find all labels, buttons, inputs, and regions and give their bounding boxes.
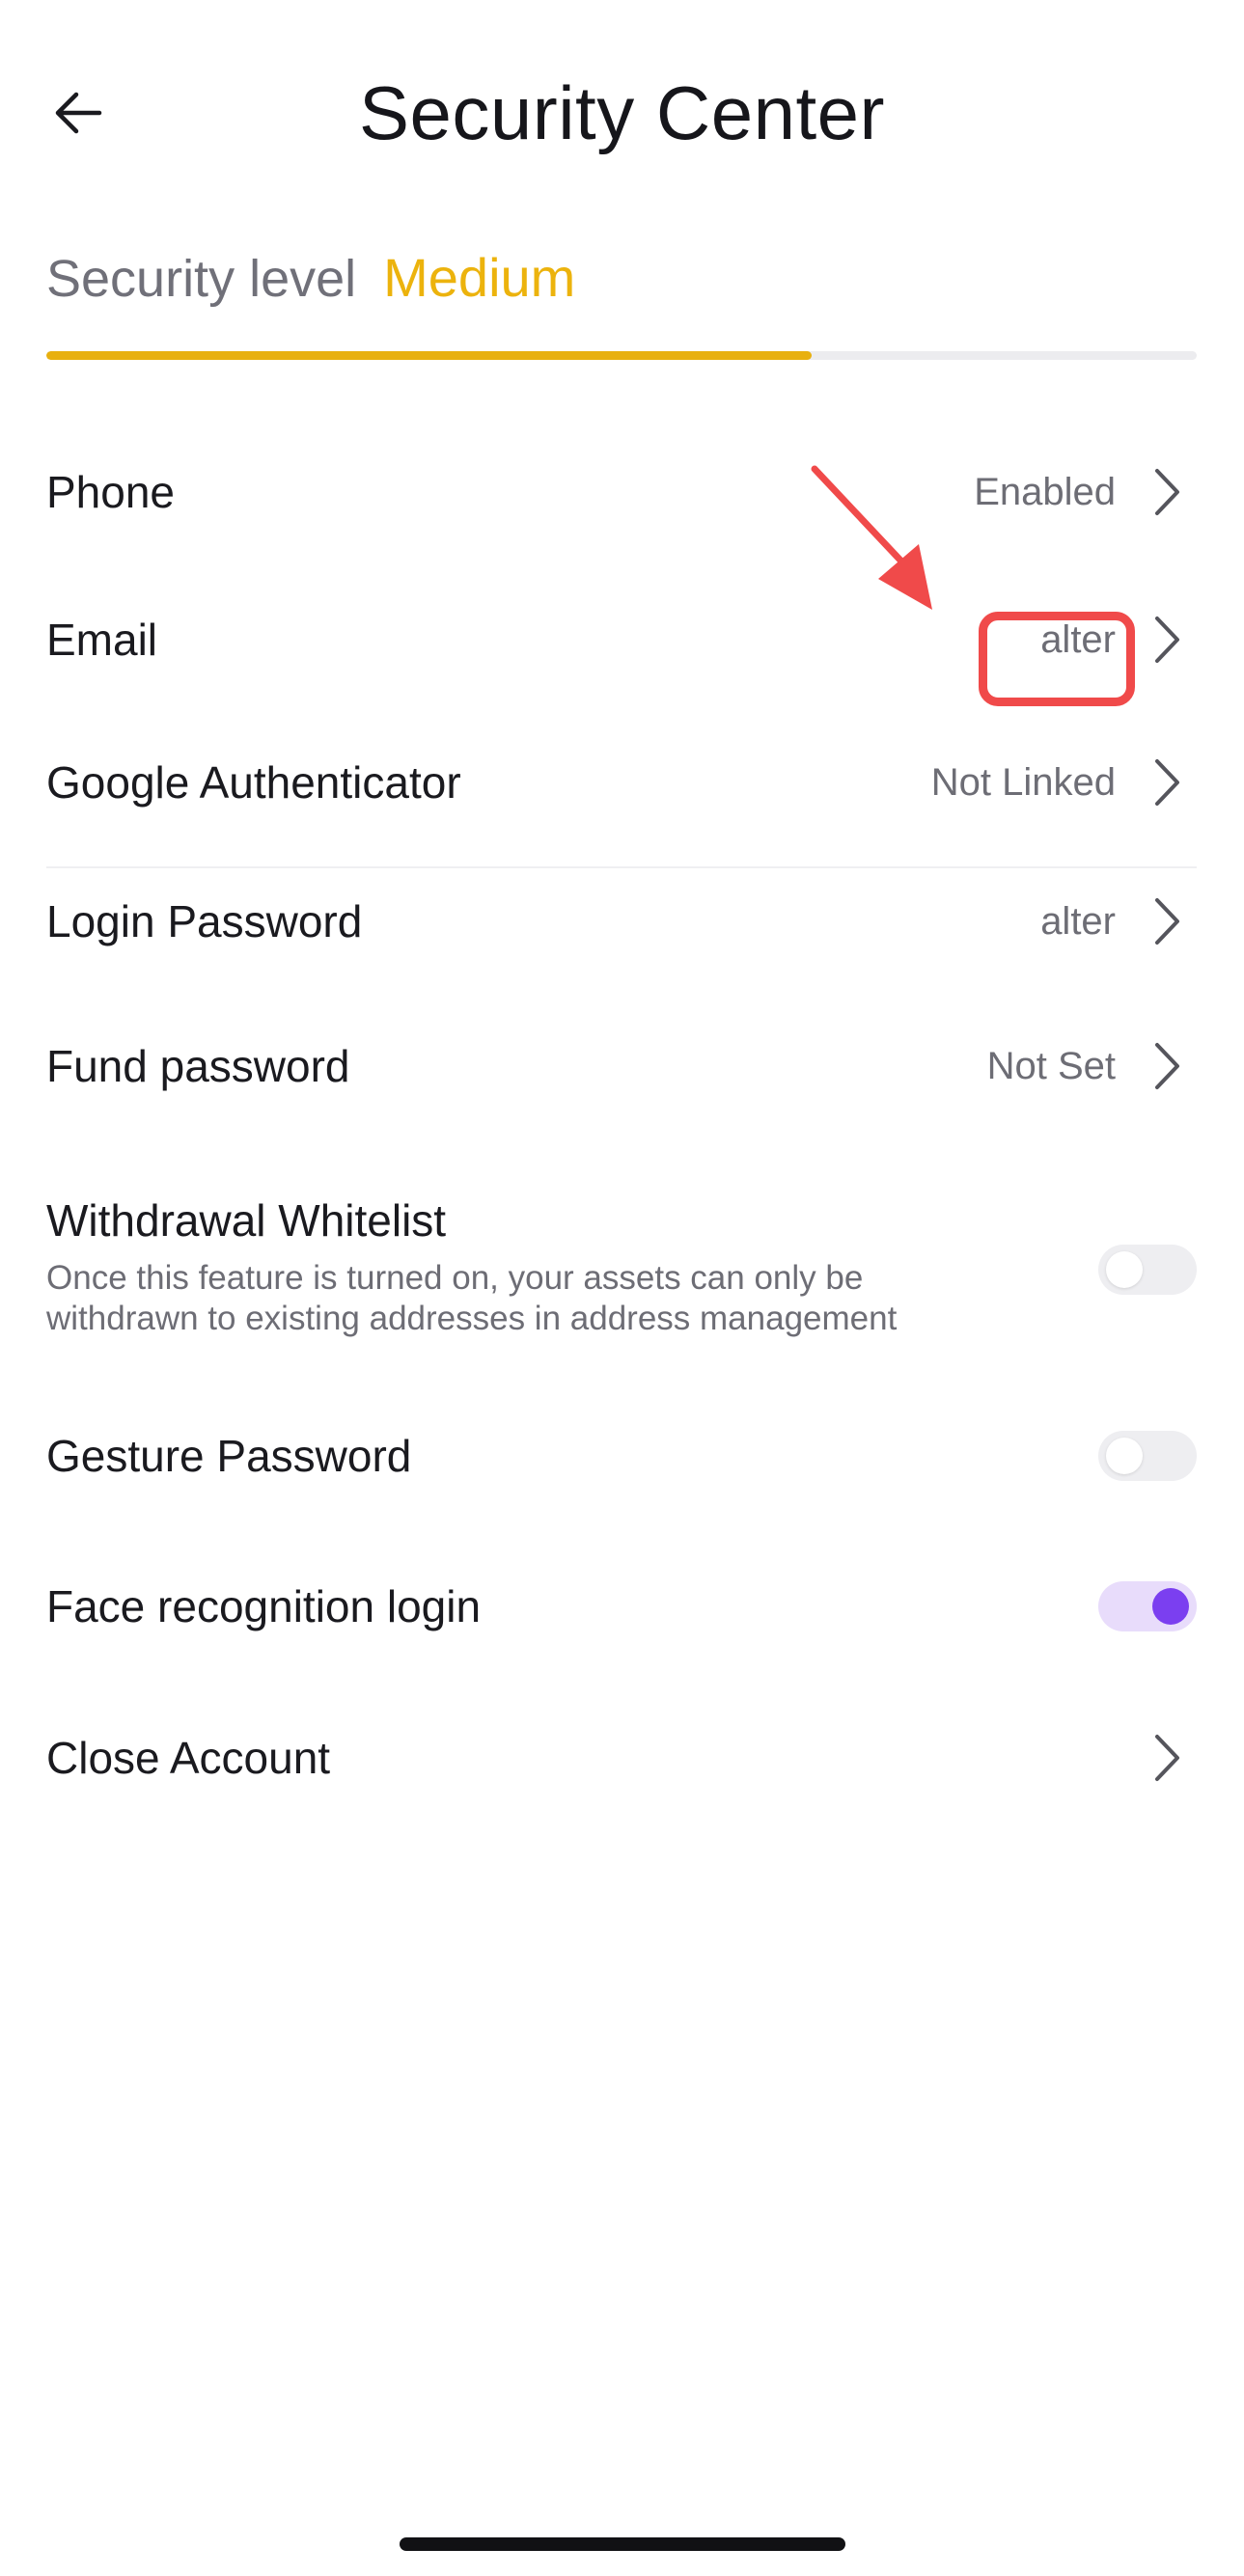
row-value: alter <box>1040 899 1116 943</box>
withdrawal-whitelist-label: Withdrawal Whitelist <box>46 1195 447 1246</box>
row-value: Not Set <box>986 1044 1116 1087</box>
row-label: Google Authenticator <box>46 757 461 808</box>
chevron-right-icon <box>1143 754 1191 811</box>
withdrawal-whitelist-description: Once this feature is turned on, your ass… <box>46 1259 898 1337</box>
row-label: Face recognition login <box>46 1581 482 1631</box>
chevron-right-icon <box>1143 1729 1191 1787</box>
row-value: Not Linked <box>930 760 1116 804</box>
annotation-highlight-box <box>979 612 1135 706</box>
security-level-bar <box>46 351 1197 360</box>
row-label: Email <box>46 615 158 665</box>
security-level-bar-fill <box>46 351 812 360</box>
row-label: Close Account <box>46 1733 331 1783</box>
security-level-value: Medium <box>383 247 576 308</box>
toggle-knob <box>1152 1588 1189 1625</box>
gesture-password-toggle[interactable] <box>1098 1431 1197 1481</box>
row-google-authenticator[interactable]: Google Authenticator Not Linked <box>46 749 1197 816</box>
toggle-knob <box>1106 1438 1143 1474</box>
row-fund-password[interactable]: Fund password Not Set <box>46 1032 1197 1100</box>
row-login-password[interactable]: Login Password alter <box>46 888 1197 955</box>
page-title: Security Center <box>358 70 886 155</box>
row-gesture-password: Gesture Password <box>46 1422 1197 1490</box>
face-recognition-toggle[interactable] <box>1098 1581 1197 1631</box>
row-label: Login Password <box>46 896 363 946</box>
withdrawal-whitelist-toggle[interactable] <box>1098 1245 1197 1295</box>
home-indicator <box>400 2537 845 2551</box>
chevron-right-icon <box>1143 892 1191 950</box>
row-phone[interactable]: Phone Enabled <box>46 458 1197 526</box>
row-value: Enabled <box>974 470 1116 513</box>
row-face-recognition: Face recognition login <box>46 1573 1197 1640</box>
row-close-account[interactable]: Close Account <box>46 1724 1197 1792</box>
row-label: Gesture Password <box>46 1431 412 1481</box>
annotation-arrow-icon <box>811 465 932 610</box>
chevron-right-icon <box>1143 611 1191 669</box>
divider <box>46 866 1197 868</box>
header: Security Center <box>0 0 1244 232</box>
security-level: Security level Medium <box>46 246 575 314</box>
security-level-label: Security level <box>46 250 357 308</box>
chevron-right-icon <box>1143 463 1191 521</box>
withdrawal-whitelist-row: Withdrawal Whitelist Once this feature i… <box>46 1194 1197 1349</box>
toggle-knob <box>1106 1251 1143 1288</box>
chevron-right-icon <box>1143 1037 1191 1095</box>
row-label: Fund password <box>46 1041 350 1091</box>
